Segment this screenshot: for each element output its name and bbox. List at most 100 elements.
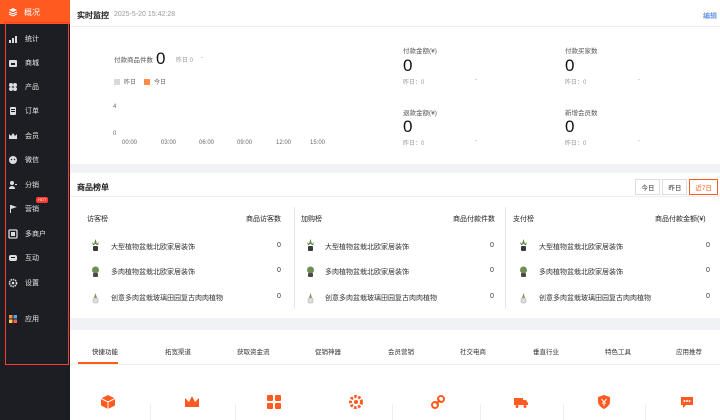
sidebar-item-order[interactable]: 订单 <box>8 104 39 118</box>
metric-trend: - <box>201 55 203 61</box>
metric-trend: - <box>638 138 640 144</box>
product-name[interactable]: 多肉植物盆栽北欧家居装饰 <box>325 267 409 277</box>
sidebar-item-multi-merchant[interactable]: 多商户 <box>8 227 46 241</box>
sidebar-item-member[interactable]: 会员 <box>8 129 39 143</box>
tab-last-7-days[interactable]: 近7日 <box>689 179 718 195</box>
sidebar-item-marketing[interactable]: 营销 HOT <box>8 197 49 216</box>
icon-separator <box>392 404 393 420</box>
metric-trend: - <box>638 77 640 83</box>
ranking-period-tabs: 今日 昨日 近7日 <box>633 179 718 195</box>
truck-icon[interactable] <box>513 394 529 410</box>
sidebar-item-shop[interactable]: 商城 <box>8 56 39 70</box>
metric-value: 0 <box>403 117 413 136</box>
tab-yesterday[interactable]: 昨日 <box>662 179 688 195</box>
order-icon <box>8 106 18 116</box>
edit-link[interactable]: 编辑 <box>703 11 717 21</box>
sidebar-item-stats[interactable]: 统计 <box>8 32 39 46</box>
gear-icon <box>8 278 18 288</box>
metric-yesterday: 昨日：0 <box>565 80 587 86</box>
chart-y-tick: 0 <box>113 131 117 137</box>
chart-legend: 昨日 今日 <box>114 77 166 86</box>
divider <box>70 196 720 197</box>
product-name[interactable]: 创意多肉盆栽玻璃田园复古肉肉植物 <box>325 293 437 303</box>
metric-value: 0 <box>565 56 575 75</box>
ranking-column-metric: 商品付款件数 <box>453 216 495 223</box>
product-name[interactable]: 大型植物盆栽北欧家居装饰 <box>539 242 623 252</box>
product-thumbnail <box>519 291 528 304</box>
sidebar-item-label: 应用 <box>25 316 39 323</box>
sidebar-item-apps[interactable]: 应用 <box>8 312 39 326</box>
product-name[interactable]: 大型植物盆栽北欧家居装饰 <box>325 242 409 252</box>
tab-promotion-tools[interactable]: 促销神器 <box>315 346 341 356</box>
sidebar-item-settings[interactable]: 设置 <box>8 276 39 290</box>
distribution-icon <box>8 180 18 190</box>
product-name[interactable]: 多肉植物盆栽北欧家居装饰 <box>111 267 195 277</box>
metric-value: 0 <box>403 56 413 75</box>
product-thumbnail <box>306 265 315 278</box>
product-metric-value: 0 <box>490 293 494 300</box>
product-grid-icon <box>8 82 18 92</box>
ranking-column-title: 访客榜 <box>87 216 108 223</box>
sidebar-item-overview[interactable]: 概况 <box>0 0 70 24</box>
panel-title: 实时监控 <box>77 11 109 20</box>
tab-social-ecommerce[interactable]: 社交电商 <box>460 346 486 356</box>
sidebar-item-product[interactable]: 产品 <box>8 80 39 94</box>
chat-icon[interactable] <box>679 394 695 410</box>
tab-featured-tools[interactable]: 特色工具 <box>605 346 631 356</box>
sidebar-item-distribution[interactable]: 分销 <box>8 178 39 192</box>
product-name[interactable]: 创意多肉盆栽玻璃田园复古肉肉植物 <box>539 293 651 303</box>
box-icon[interactable] <box>100 394 116 410</box>
tab-get-cashflow[interactable]: 获取资金流 <box>237 346 270 356</box>
sidebar-item-interact[interactable]: 互动 <box>8 251 39 265</box>
metric-yesterday: 昨日：0 <box>403 141 425 147</box>
product-thumbnail <box>519 265 528 278</box>
realtime-monitor-panel: 实时监控 2025-5-20 15:42:28 编辑 付款商品件数 0 昨日:0… <box>70 0 720 164</box>
tab-app-recommendations[interactable]: 应用推荐 <box>676 346 702 356</box>
metric-value: 0 <box>156 49 166 68</box>
sidebar-item-label: 订单 <box>25 108 39 115</box>
product-metric-value: 0 <box>706 267 710 274</box>
column-divider <box>505 207 506 309</box>
yen-shield-icon[interactable] <box>596 394 612 410</box>
metric-yesterday: 昨日：0 <box>403 80 425 86</box>
gear-icon[interactable] <box>348 394 364 410</box>
chart-x-tick: 15:00 <box>310 140 326 146</box>
product-name[interactable]: 创意多肉盆栽玻璃田园复古肉肉植物 <box>111 293 223 303</box>
apps-icon <box>8 314 18 324</box>
sidebar-item-label: 互动 <box>25 255 39 262</box>
product-name[interactable]: 多肉植物盆栽北欧家居装饰 <box>539 267 623 277</box>
ranking-column-title: 支付榜 <box>513 216 534 223</box>
icon-separator <box>645 404 646 420</box>
metric-label: 付款买家数 <box>565 48 598 55</box>
grid-icon[interactable] <box>266 394 282 410</box>
crown-icon[interactable] <box>184 394 200 410</box>
interact-icon <box>8 253 18 263</box>
legend-swatch-today <box>144 78 151 85</box>
chart-x-tick: 00:00 <box>122 140 138 146</box>
metric-trend: - <box>475 77 477 83</box>
product-metric-value: 0 <box>277 293 281 300</box>
link-icon[interactable] <box>430 394 446 410</box>
tab-expand-channels[interactable]: 拓宽渠道 <box>165 346 191 356</box>
sidebar-item-label: 会员 <box>25 133 39 140</box>
tab-vertical-industry[interactable]: 垂直行业 <box>533 346 559 356</box>
product-name[interactable]: 大型植物盆栽北欧家居装饰 <box>111 242 195 252</box>
sidebar-item-wechat[interactable]: 微信 <box>8 153 39 167</box>
product-thumbnail <box>91 265 100 278</box>
product-thumbnail <box>91 239 100 252</box>
sidebar: 概况 统计 商城 产品 订单 会员 微信 分销 营销 HOT 多商户 互动 设置… <box>0 0 70 420</box>
product-thumbnail <box>306 291 315 304</box>
layers-icon <box>8 7 18 17</box>
sidebar-item-label: 统计 <box>25 36 39 43</box>
tab-quick-functions[interactable]: 快捷功能 <box>92 346 118 356</box>
sidebar-item-label: 商城 <box>25 60 39 67</box>
tab-member-marketing[interactable]: 会员营销 <box>388 346 414 356</box>
metric-label: 退款金额(¥) <box>403 110 437 117</box>
chart-x-tick: 06:00 <box>199 140 215 146</box>
sidebar-item-label: 分销 <box>25 182 39 189</box>
icon-separator <box>235 404 236 420</box>
hot-badge: HOT <box>36 197 49 203</box>
tab-today[interactable]: 今日 <box>635 179 661 195</box>
metric-yesterday: 昨日：0 <box>565 141 587 147</box>
product-ranking-panel: 商品榜单 今日 昨日 近7日 访客榜 商品访客数 大型植物盆栽北欧家居装饰 0 … <box>70 173 720 318</box>
